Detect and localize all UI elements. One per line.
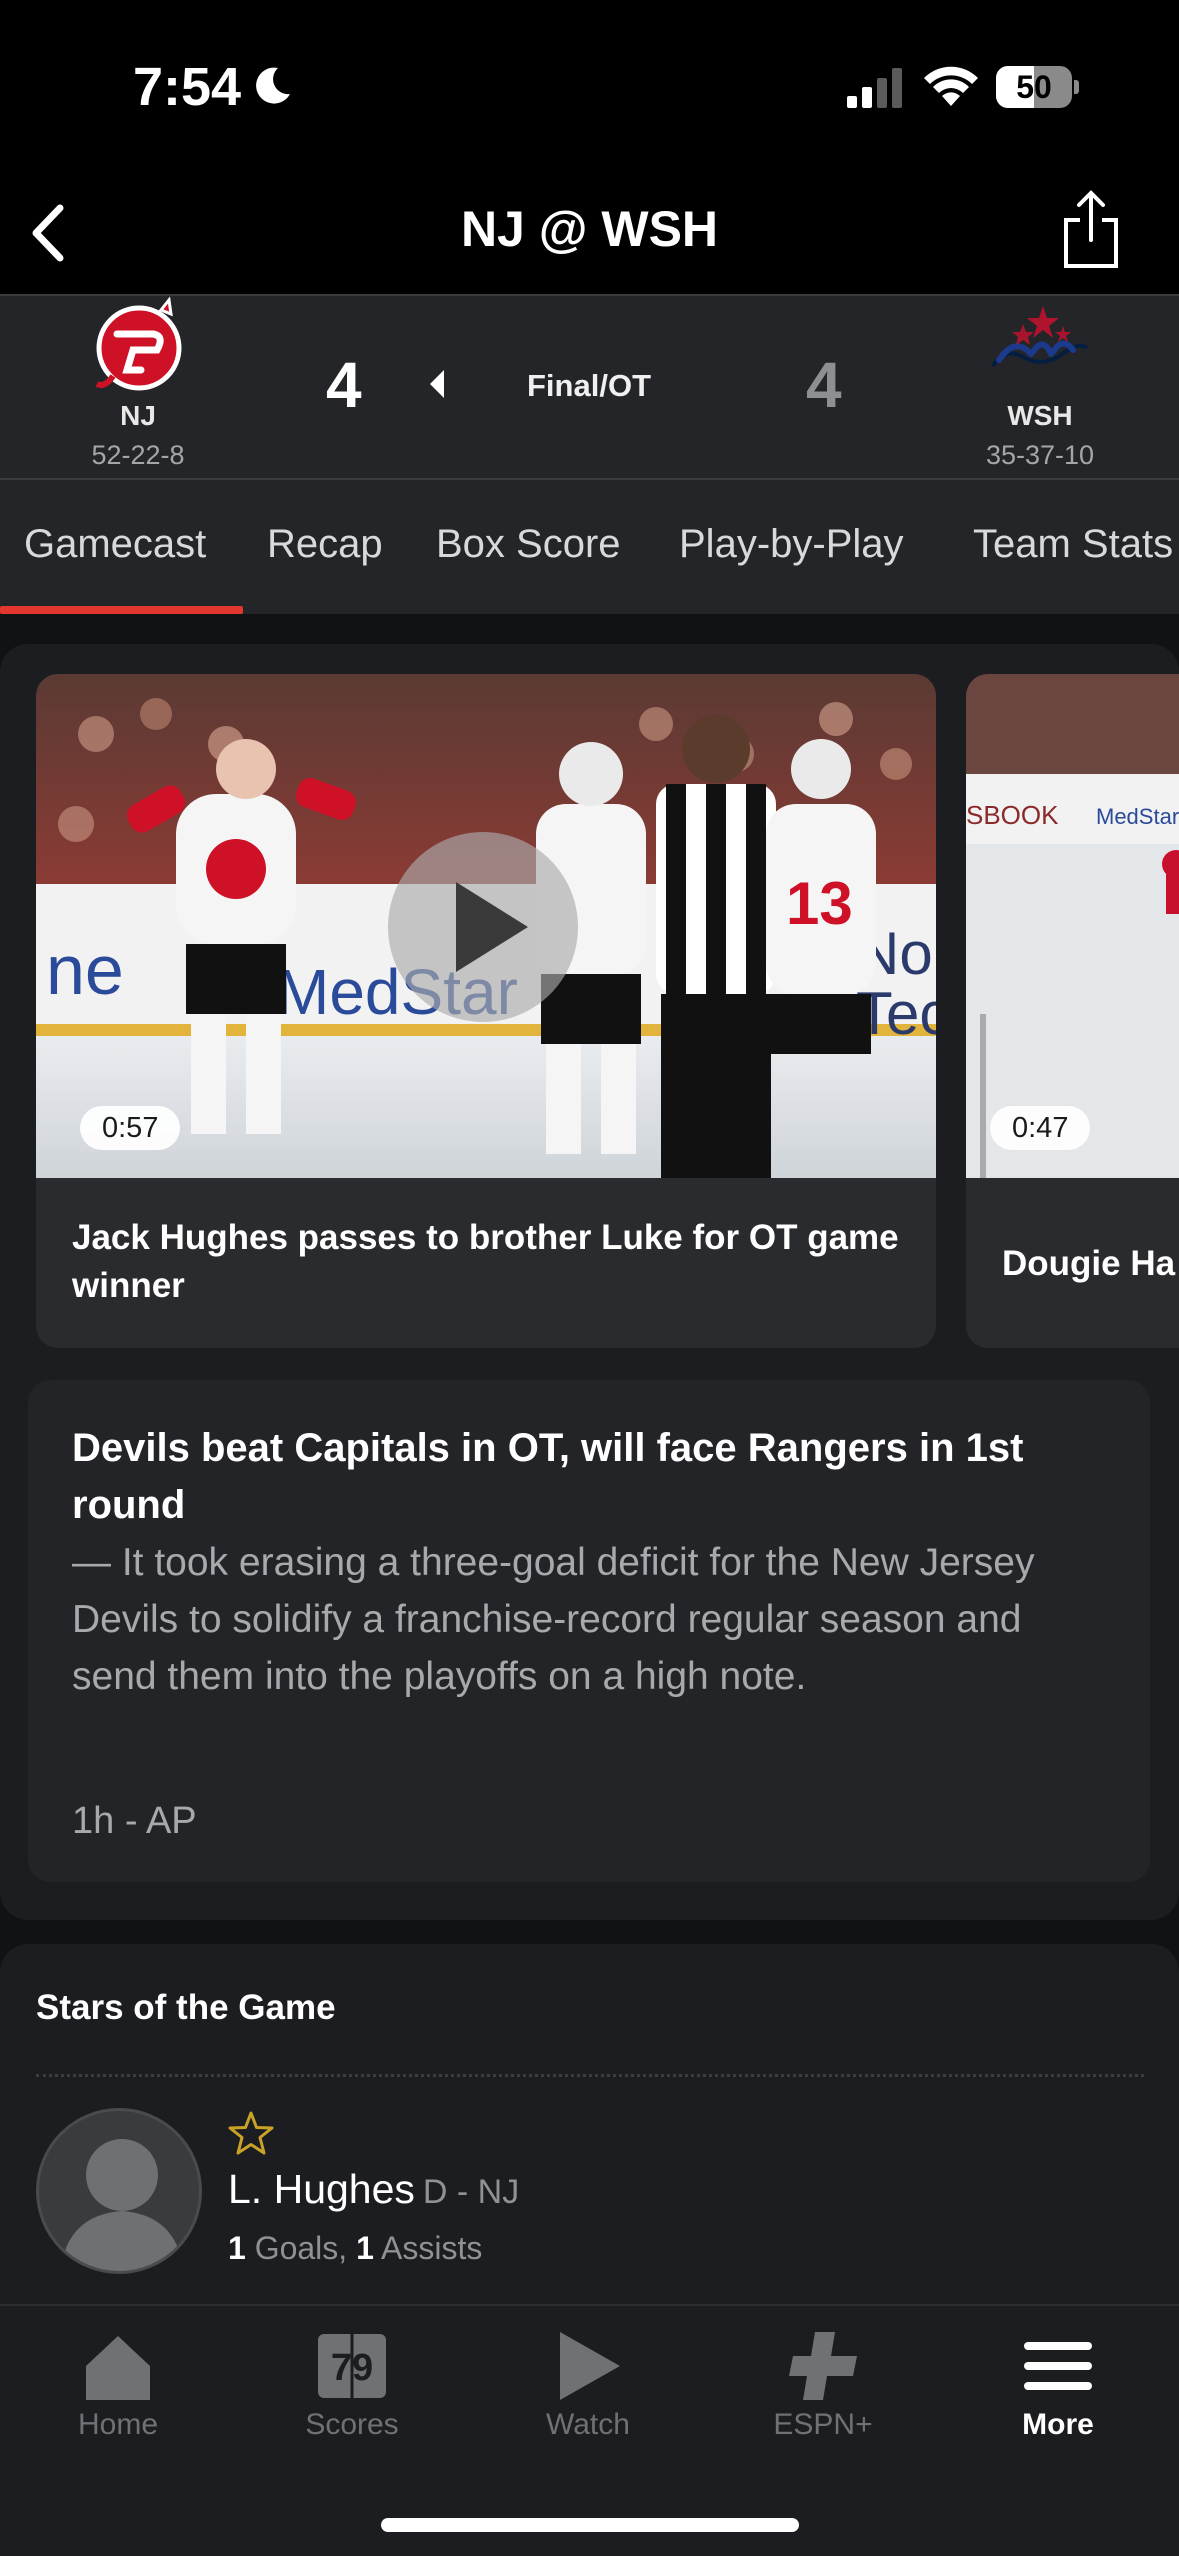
- share-icon[interactable]: [1060, 190, 1122, 270]
- page-title: NJ @ WSH: [460, 201, 719, 257]
- video-duration: 0:47: [990, 1106, 1091, 1150]
- video-card[interactable]: ne MedStar Nor Tech: [36, 674, 936, 1348]
- assists-value: 1: [356, 2230, 374, 2266]
- play-icon: [560, 2332, 620, 2400]
- tab-recap[interactable]: Recap: [267, 522, 383, 567]
- tabbar-watch[interactable]: Watch: [488, 2326, 688, 2442]
- player-name-text: L. Hughes: [228, 2166, 415, 2212]
- video-thumbnail: ne MedStar Nor Tech: [36, 674, 936, 1178]
- player-stats: 1 Goals, 1 Assists: [228, 2230, 482, 2267]
- divider: [36, 2074, 1144, 2077]
- scoreboard: NJ 52-22-8 4 Final/OT 4 WSH 35-37-10: [0, 294, 1179, 480]
- article-headline: Devils beat Capitals in OT, will face Ra…: [72, 1426, 1024, 1527]
- game-status: Final/OT: [527, 368, 651, 403]
- home-indicator: [381, 2518, 799, 2532]
- battery-level: 50: [1016, 69, 1052, 105]
- video-card[interactable]: SBOOK MedStar 0:47 Dougie Ha: [966, 674, 1179, 1348]
- section-title: Stars of the Game: [36, 1988, 336, 2027]
- goals-label: Goals,: [254, 2230, 348, 2266]
- article-meta: 1h - AP: [72, 1800, 197, 1842]
- active-tab-indicator: [0, 606, 243, 614]
- home-team-abbr: WSH: [1007, 400, 1073, 431]
- tabbar-label: Watch: [546, 2408, 630, 2441]
- home-score: 4: [806, 349, 842, 421]
- svg-text:ne: ne: [46, 931, 124, 1009]
- plus-icon: [789, 2332, 857, 2400]
- cellular-signal-icon: [847, 68, 902, 108]
- away-score: 4: [326, 349, 362, 421]
- video-duration: 0:57: [80, 1106, 181, 1150]
- tabbar-label: Home: [77, 2408, 159, 2441]
- player-position: D - NJ: [422, 2173, 520, 2211]
- tabbar-label: More: [1022, 2408, 1094, 2441]
- goals-value: 1: [228, 2230, 246, 2266]
- wifi-icon: [924, 66, 978, 106]
- video-section: ne MedStar Nor Tech: [0, 644, 1179, 1920]
- home-icon: [86, 2336, 150, 2400]
- tab-box-score[interactable]: Box Score: [436, 522, 621, 567]
- home-team[interactable]: WSH 35-37-10: [950, 296, 1130, 471]
- svg-text:13: 13: [786, 870, 853, 937]
- menu-icon: [1024, 2342, 1092, 2390]
- svg-text:SBOOK: SBOOK: [966, 800, 1059, 830]
- winner-arrow-icon: [430, 370, 444, 398]
- tab-gamecast[interactable]: Gamecast: [24, 522, 206, 567]
- stars-of-the-game: Stars of the Game L. Hughes D - NJ 1 Goal…: [0, 1944, 1179, 2304]
- player-name[interactable]: L. Hughes D - NJ: [228, 2166, 519, 2213]
- avatar[interactable]: [36, 2108, 202, 2274]
- status-time: 7:54: [133, 57, 242, 117]
- moon-icon: [256, 67, 290, 104]
- home-team-record: 35-37-10: [985, 440, 1095, 470]
- battery-indicator: 50: [996, 66, 1079, 108]
- gamecast-content: ne MedStar Nor Tech: [0, 614, 1179, 2304]
- status-bar: 7:54 50: [0, 0, 1179, 170]
- tabbar-label: Scores: [305, 2408, 399, 2441]
- svg-text:MedStar: MedStar: [1096, 804, 1179, 829]
- article-card[interactable]: Devils beat Capitals in OT, will face Ra…: [28, 1380, 1150, 1882]
- away-team-record: 52-22-8: [91, 440, 185, 470]
- away-team-abbr: NJ: [120, 400, 156, 431]
- tab-play-by-play[interactable]: Play-by-Play: [679, 522, 904, 567]
- assists-label: Assists: [380, 2230, 483, 2266]
- article-summary: — It took erasing a three-goal deficit f…: [72, 1541, 1035, 1698]
- away-team[interactable]: NJ 52-22-8: [48, 296, 228, 471]
- video-thumbnail: SBOOK MedStar 0:47: [966, 674, 1179, 1178]
- tabbar-home[interactable]: Home: [18, 2326, 218, 2442]
- capitals-logo-icon: [991, 306, 1089, 368]
- tabbar-more[interactable]: More: [958, 2326, 1158, 2442]
- video-title: Dougie Ha: [1002, 1244, 1176, 1283]
- tab-team-stats[interactable]: Team Stats: [973, 522, 1173, 567]
- star-icon: [228, 2111, 274, 2155]
- devils-logo-icon: [95, 296, 182, 391]
- nav-header: NJ @ WSH: [0, 170, 1179, 294]
- hockey-rink-image: SBOOK MedStar: [966, 674, 1179, 1178]
- game-tabs: Gamecast Recap Box Score Play-by-Play Te…: [0, 480, 1179, 614]
- tabbar-scores[interactable]: 79 Scores: [252, 2326, 452, 2442]
- scores-icon: 79: [318, 2334, 386, 2398]
- tabbar-espn-plus[interactable]: ESPN+: [723, 2326, 923, 2442]
- scores-icon-text: 79: [331, 2347, 373, 2389]
- video-title: Jack Hughes passes to brother Luke for O…: [72, 1218, 899, 1305]
- play-icon[interactable]: [388, 832, 578, 1022]
- tabbar-label: ESPN+: [773, 2408, 873, 2441]
